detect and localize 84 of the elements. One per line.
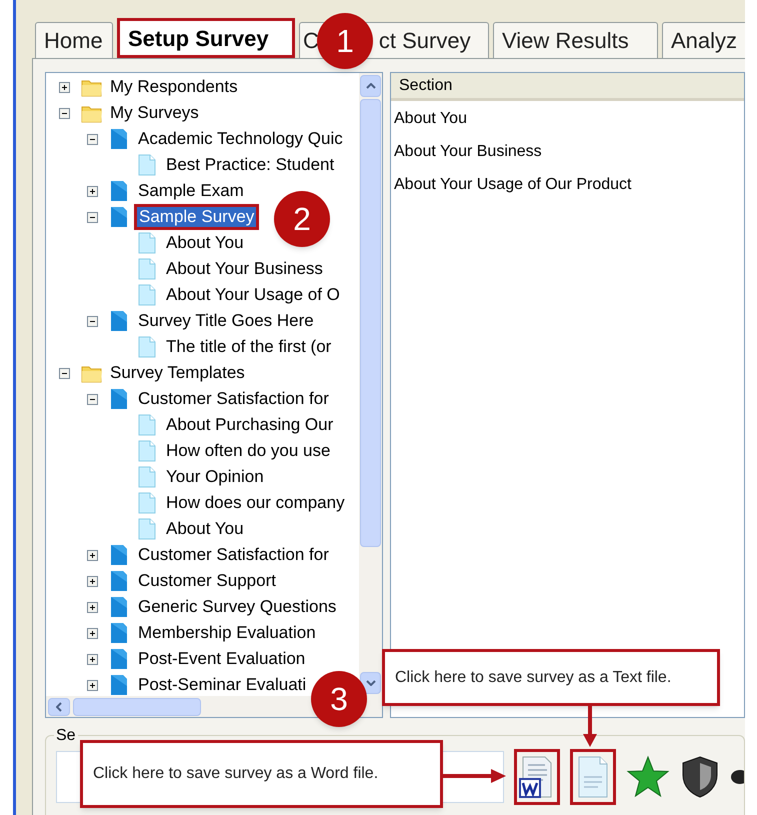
page-icon [137,414,157,436]
tree-item[interactable]: Post-Event Evaluation [137,649,306,669]
scroll-thumb[interactable] [360,99,381,547]
tree-item[interactable]: Post-Seminar Evaluati [137,675,308,695]
tab[interactable]: Setup Survey [117,18,295,58]
vertical-scrollbar[interactable] [359,73,382,696]
page-icon [137,154,157,176]
tree-item[interactable]: Best Practice: Student [165,155,336,175]
document-icon [109,622,129,644]
folder-icon [81,104,103,122]
tree-item[interactable]: Customer Support [137,571,277,591]
tree-item[interactable]: My Surveys [109,103,200,123]
caret-left-icon [56,702,62,712]
tree-item[interactable]: Sample Exam [137,181,245,201]
document-icon [109,674,129,696]
folder-icon [81,364,103,382]
tree-item[interactable]: Customer Satisfaction for [137,545,330,565]
tree-item[interactable]: Membership Evaluation [137,623,317,643]
tree-item[interactable]: How does our company [165,493,346,513]
arrow-tooltip [582,706,598,748]
expand-icon[interactable] [87,550,98,560]
tree-item[interactable]: About Your Business [165,259,324,279]
column-header[interactable]: Section [391,73,744,101]
tab[interactable]: Analyz [662,22,745,58]
tree-item[interactable]: About Your Usage of O [165,285,341,305]
page-icon [137,284,157,306]
tab[interactable]: View Results [493,22,658,58]
collapse-icon[interactable] [87,394,98,404]
page-icon [137,440,157,462]
page-icon [137,466,157,488]
list-item[interactable]: About You [394,106,467,130]
caret-down-icon [366,680,376,686]
hint-tooltip: Click here to save survey as a Word file. [80,740,443,808]
hint-tooltip: Click here to save survey as a Text file. [382,649,720,706]
folder-icon [81,78,103,96]
document-icon [109,388,129,410]
collapse-icon[interactable] [87,212,98,222]
page-icon [137,232,157,254]
tree-item[interactable]: Your Opinion [165,467,265,487]
scroll-left-button[interactable] [48,698,70,716]
tree-item[interactable]: About You [165,519,245,539]
expand-icon[interactable] [59,82,70,92]
tree-item[interactable]: My Respondents [109,77,239,97]
tree-item[interactable]: Academic Technology Quic [137,129,344,149]
page-icon [137,258,157,280]
document-icon [109,596,129,618]
collapse-icon[interactable] [87,134,98,144]
document-icon [109,128,129,150]
page-icon [137,336,157,358]
document-icon [109,544,129,566]
expand-icon[interactable] [87,602,98,612]
tree-item[interactable]: Generic Survey Questions [137,597,338,617]
tree-item[interactable]: About Purchasing Our [165,415,334,435]
page-icon [137,492,157,514]
scroll-thumb[interactable] [73,698,201,716]
collapse-icon[interactable] [59,108,70,118]
document-icon [109,206,129,228]
tab[interactable]: Home [35,22,113,58]
page-icon [137,518,157,540]
tree-item[interactable]: Customer Satisfaction for [137,389,330,409]
list-item[interactable]: About Your Business [394,140,542,164]
document-icon [109,180,129,202]
expand-icon[interactable] [87,654,98,664]
caret-up-icon [366,83,376,89]
expand-icon[interactable] [87,576,98,586]
tree-item[interactable]: Sample Survey [137,207,256,227]
arrow-tooltip [443,768,507,784]
tree-item[interactable]: The title of the first (or [165,337,332,357]
text-document-icon[interactable] [570,749,616,805]
expand-icon[interactable] [87,680,98,690]
collapse-icon[interactable] [87,316,98,326]
tree-item[interactable]: Survey Title Goes Here [137,311,315,331]
collapse-icon[interactable] [59,368,70,378]
expand-icon[interactable] [87,186,98,196]
tree-item[interactable]: About You [165,233,245,253]
tree-item[interactable]: Survey Templates [109,363,246,383]
word-document-icon[interactable] [514,749,560,805]
scroll-up-button[interactable] [360,75,381,97]
document-icon [109,310,129,332]
document-icon [109,570,129,592]
document-icon [109,648,129,670]
expand-icon[interactable] [87,628,98,638]
list-item[interactable]: About Your Usage of Our Product [394,172,632,196]
tree-item[interactable]: How often do you use [165,441,332,461]
